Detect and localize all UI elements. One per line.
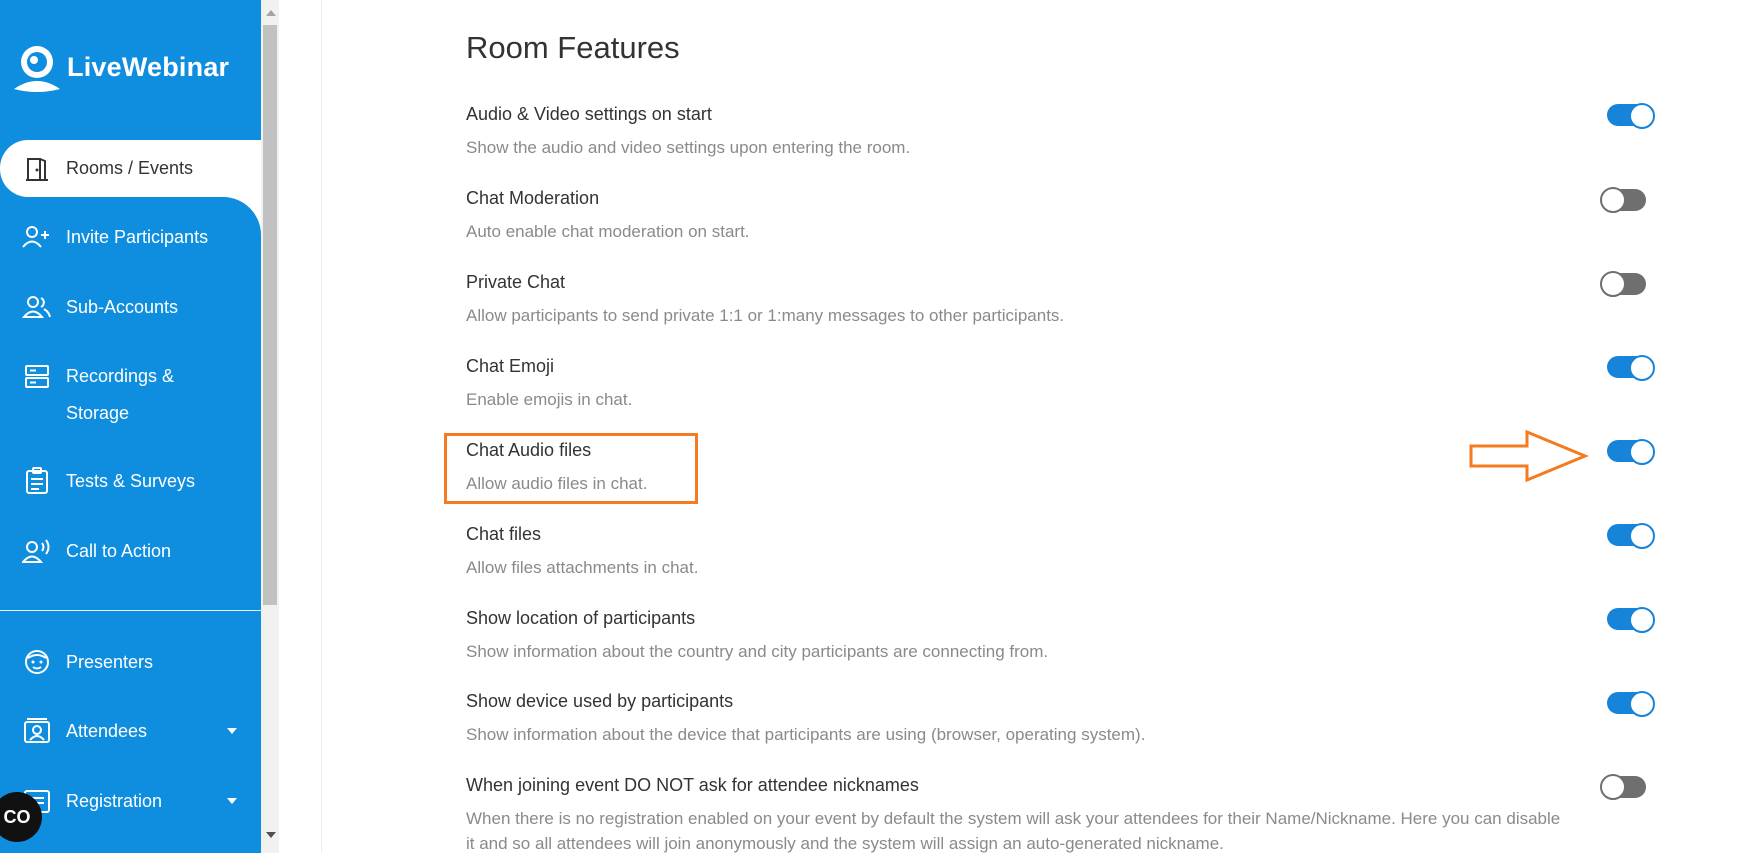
door-icon [22, 154, 52, 184]
feature-audio-video-settings: Audio & Video settings on start Show the… [466, 103, 1666, 160]
sidebar-item-rooms-events[interactable]: Rooms / Events [0, 140, 261, 197]
feature-no-nicknames: When joining event DO NOT ask for attend… [466, 774, 1666, 856]
toggle-private-chat[interactable] [1600, 271, 1646, 297]
toggle-knob [1629, 355, 1655, 381]
scroll-down-arrow-icon[interactable] [266, 832, 276, 838]
sidebar-item-invite-participants[interactable]: Invite Participants [0, 222, 261, 252]
feature-show-location: Show location of participants Show infor… [466, 607, 1666, 664]
toggle-show-device[interactable] [1607, 691, 1655, 717]
highlight-box [444, 433, 698, 504]
feature-description: When there is no registration enabled on… [466, 809, 1561, 853]
brand-name: LiveWebinar [67, 52, 230, 82]
feature-private-chat: Private Chat Allow participants to send … [466, 271, 1666, 328]
feature-description: Show the audio and video settings upon e… [466, 138, 911, 157]
sidebar-item-label: Sub-Accounts [66, 296, 179, 317]
sidebar-item-attendees[interactable]: Attendees [0, 716, 261, 746]
toggle-chat-files[interactable] [1607, 523, 1655, 549]
chevron-down-icon [227, 798, 237, 804]
sidebar-item-presenters[interactable]: Presenters [0, 647, 261, 677]
toggle-knob [1600, 187, 1626, 213]
sidebar-item-label: Call to Action [66, 540, 172, 561]
logo-area: LiveWebinar [0, 5, 261, 140]
toggle-knob [1629, 439, 1655, 465]
scroll-up-arrow-icon[interactable] [266, 10, 276, 16]
toggle-chat-emoji[interactable] [1607, 355, 1655, 381]
toggle-knob [1600, 774, 1626, 800]
feature-chat-files: Chat files Allow files attachments in ch… [466, 523, 1666, 580]
toggle-audio-video-settings[interactable] [1607, 103, 1655, 129]
toggle-show-location[interactable] [1607, 607, 1655, 633]
feature-description: Show information about the country and c… [466, 642, 1049, 661]
sidebar-item-label: Invite Participants [66, 226, 209, 247]
sidebar-item-label-line1: Recordings & [66, 366, 175, 386]
toggle-chat-moderation[interactable] [1600, 187, 1646, 213]
sidebar-item-label-line2: Storage [66, 403, 130, 423]
feature-title: Chat Emoji [466, 356, 555, 376]
add-user-icon [22, 222, 52, 252]
clipboard-icon [22, 466, 52, 496]
feature-title: Private Chat [466, 272, 566, 292]
page-title: Room Features [466, 30, 680, 65]
feature-description: Allow participants to send private 1:1 o… [466, 306, 1065, 325]
sidebar-item-label: Presenters [66, 651, 154, 672]
toggle-chat-audio-files[interactable] [1607, 439, 1655, 465]
chat-widget-label: CO [3, 806, 31, 827]
feature-title: Chat Moderation [466, 188, 600, 208]
sidebar-item-sub-accounts[interactable]: Sub-Accounts [0, 292, 261, 322]
feature-chat-moderation: Chat Moderation Auto enable chat moderat… [466, 187, 1666, 244]
toggle-knob [1600, 271, 1626, 297]
users-icon [22, 292, 52, 322]
sidebar-item-recordings-storage[interactable]: Recordings & Storage [0, 358, 261, 432]
sidebar-item-label: Recordings & Storage [66, 358, 174, 432]
content-divider [321, 0, 322, 853]
logo-icon [14, 46, 60, 92]
feature-title: Show device used by participants [466, 691, 734, 711]
sidebar-item-label: Registration [66, 790, 163, 811]
attendee-icon [22, 716, 52, 746]
feature-title: Show location of participants [466, 608, 696, 628]
feature-description: Auto enable chat moderation on start. [466, 222, 750, 241]
sidebar-scrollbar-thumb[interactable] [263, 25, 277, 605]
toggle-knob [1629, 607, 1655, 633]
chevron-down-icon [227, 728, 237, 734]
chat-widget-button[interactable]: CO [0, 792, 42, 842]
sidebar-item-call-to-action[interactable]: Call to Action [0, 536, 261, 566]
arrow-right-icon [1469, 429, 1589, 483]
feature-description: Show information about the device that p… [466, 725, 1146, 744]
feature-description: Enable emojis in chat. [466, 390, 633, 409]
sidebar-item-tests-surveys[interactable]: Tests & Surveys [0, 466, 261, 496]
storage-icon [22, 362, 52, 392]
feature-description: Allow files attachments in chat. [466, 558, 699, 577]
feature-title: When joining event DO NOT ask for attend… [466, 775, 919, 795]
sidebar-item-label: Attendees [66, 720, 148, 741]
toggle-knob [1629, 691, 1655, 717]
presenter-icon [22, 647, 52, 677]
sidebar-item-label: Rooms / Events [66, 158, 194, 178]
speaker-user-icon [22, 536, 52, 566]
toggle-no-nicknames[interactable] [1600, 774, 1646, 800]
sidebar-item-label: Tests & Surveys [66, 470, 196, 491]
sidebar: LiveWebinar Rooms / Events Invite Partic… [0, 0, 261, 853]
feature-title: Chat files [466, 524, 542, 544]
feature-show-device: Show device used by participants Show in… [466, 690, 1666, 747]
feature-title: Audio & Video settings on start [466, 104, 712, 124]
feature-chat-emoji: Chat Emoji Enable emojis in chat. [466, 355, 1666, 412]
toggle-knob [1629, 103, 1655, 129]
sidebar-divider [0, 610, 261, 611]
toggle-knob [1629, 523, 1655, 549]
